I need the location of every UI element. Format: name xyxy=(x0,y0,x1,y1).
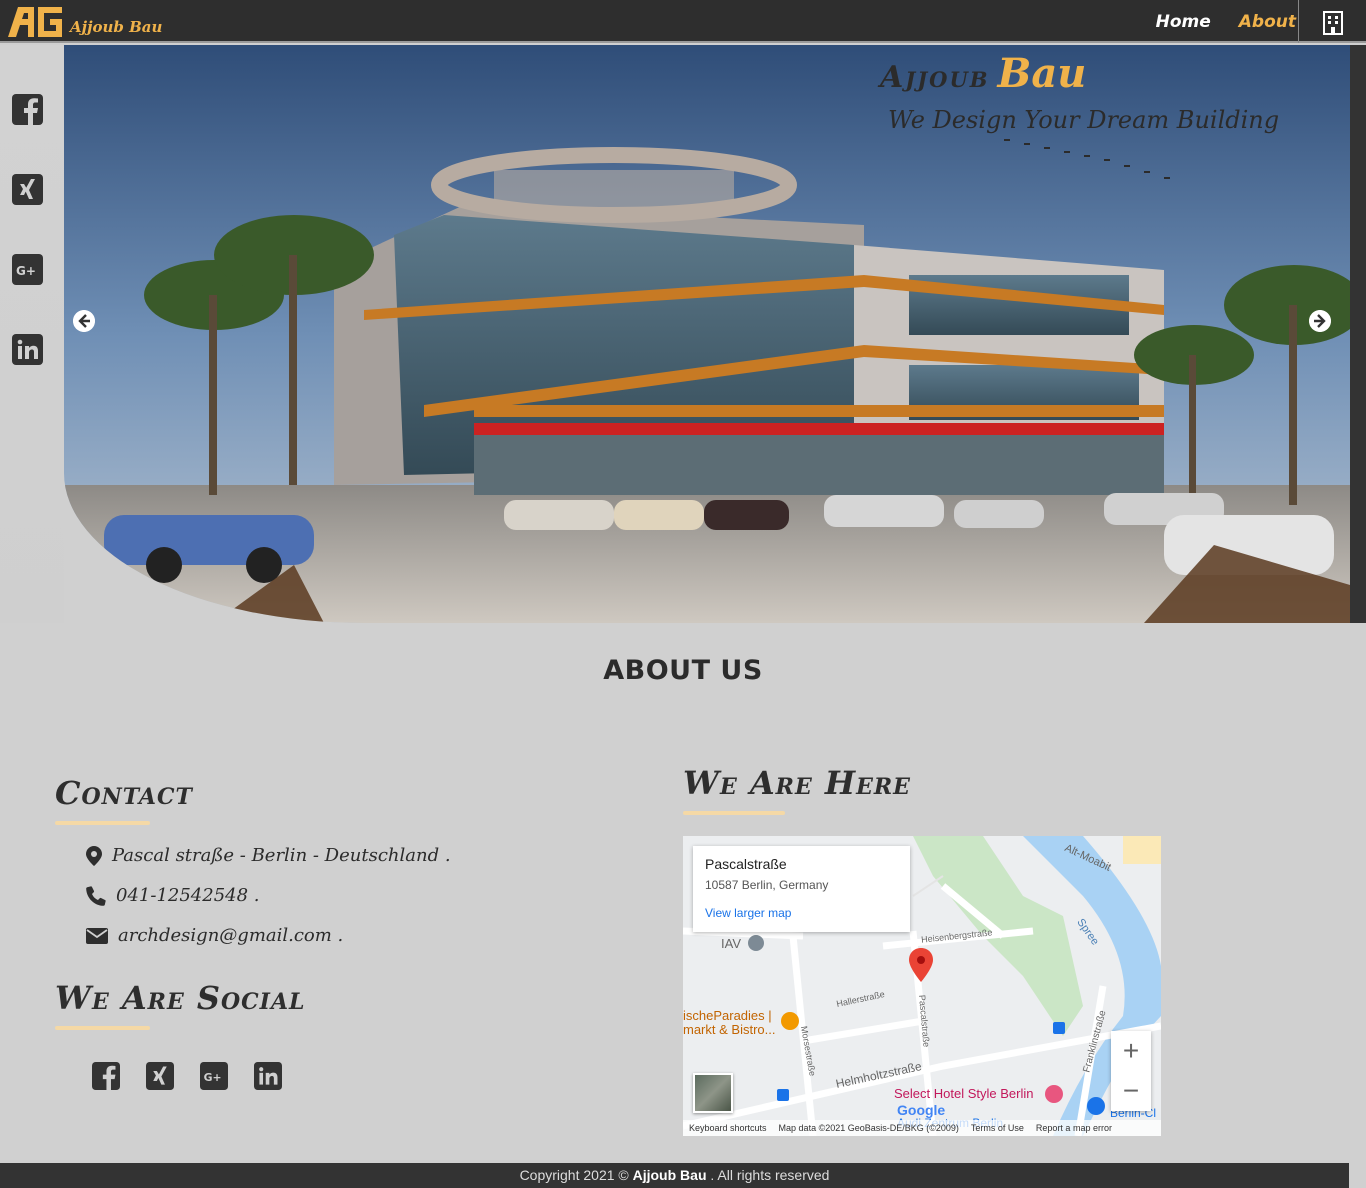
address-text: Pascal straße - Berlin - Deutschland . xyxy=(112,845,451,866)
slider-prev-arrow-icon[interactable] xyxy=(73,310,95,332)
zoom-out-button[interactable]: − xyxy=(1111,1071,1151,1111)
zoom-in-button[interactable]: + xyxy=(1111,1031,1151,1071)
social-underline xyxy=(55,1026,150,1030)
google-plus-icon[interactable]: G+ xyxy=(200,1062,228,1090)
side-social-bar: G+ xyxy=(0,45,64,623)
map-data-text: Map data ©2021 GeoBasis-DE/BKG (©2009) xyxy=(778,1123,959,1133)
envelope-icon xyxy=(86,927,108,944)
birds-decoration xyxy=(1004,139,1170,179)
view-larger-map-link[interactable]: View larger map xyxy=(705,906,898,920)
main-nav: Home About xyxy=(1156,0,1296,43)
linkedin-icon[interactable] xyxy=(254,1062,282,1090)
hero-title-part2: Bau xyxy=(997,50,1087,97)
linkedin-icon[interactable] xyxy=(12,334,43,365)
social-heading: We Are Social xyxy=(55,979,306,1017)
xing-icon[interactable] xyxy=(146,1062,174,1090)
nav-home-link[interactable]: Home xyxy=(1156,12,1211,32)
map-zoom-controls: + − xyxy=(1111,1031,1151,1111)
slider-next-arrow-icon[interactable] xyxy=(1309,310,1331,332)
svg-text:G+: G+ xyxy=(204,1071,222,1084)
report-error-link[interactable]: Report a map error xyxy=(1036,1123,1112,1133)
here-underline xyxy=(683,811,785,815)
phone-text: 041-12542548 . xyxy=(116,885,260,906)
contact-email: archdesign@gmail.com . xyxy=(86,925,343,946)
footer-suffix: . All rights reserved xyxy=(706,1167,830,1183)
about-title: ABOUT US xyxy=(603,655,763,686)
facebook-icon[interactable] xyxy=(12,94,43,125)
map-info-card: Pascalstraße 10587 Berlin, Germany View … xyxy=(693,846,910,932)
building-icon[interactable] xyxy=(1322,11,1344,35)
social-links: G+ xyxy=(92,1062,282,1090)
hero-subtitle: We Design Your Dream Building xyxy=(888,106,1280,134)
page-footer: Copyright 2021 © Ajjoub Bau . All rights… xyxy=(0,1163,1349,1188)
svg-text:G+: G+ xyxy=(16,264,36,278)
google-plus-icon[interactable]: G+ xyxy=(12,254,43,285)
terms-link[interactable]: Terms of Use xyxy=(971,1123,1024,1133)
map-place-name: Pascalstraße xyxy=(705,856,787,872)
brand-name: Ajjoub Bau xyxy=(70,18,163,36)
map-label-iav: IAV xyxy=(721,936,741,951)
phone-icon xyxy=(86,885,106,906)
map-label-paradies: ischeParadies | xyxy=(683,1008,772,1023)
xing-icon[interactable] xyxy=(12,174,43,205)
map-marker-icon xyxy=(86,845,102,866)
hero-title: Ajjoub Bau xyxy=(880,50,1086,97)
keyboard-shortcuts-link[interactable]: Keyboard shortcuts xyxy=(689,1123,767,1133)
satellite-toggle-button[interactable] xyxy=(693,1073,733,1113)
contact-address: Pascal straße - Berlin - Deutschland . xyxy=(86,845,451,866)
contact-heading: Contact xyxy=(55,774,193,812)
map-place-address: 10587 Berlin, Germany xyxy=(705,878,829,892)
facebook-icon[interactable] xyxy=(92,1062,120,1090)
google-map[interactable]: IAV Alt-Moabit Spree Heisenbergstraße Ha… xyxy=(683,836,1161,1136)
nav-about-link[interactable]: About xyxy=(1239,12,1296,32)
top-navbar: Ajjoub Bau Home About xyxy=(0,0,1366,43)
hero-right-edge xyxy=(1350,45,1366,623)
map-label-bistro: markt & Bistro... xyxy=(683,1022,776,1037)
logo-icon xyxy=(8,7,62,37)
contact-phone: 041-12542548 . xyxy=(86,885,260,906)
here-heading: We Are Here xyxy=(683,764,911,802)
map-label-hotel: Select Hotel Style Berlin xyxy=(894,1086,1034,1101)
footer-prefix: Copyright 2021 © xyxy=(519,1167,633,1183)
map-footer: Keyboard shortcuts Map data ©2021 GeoBas… xyxy=(683,1120,1161,1136)
google-logo: Google xyxy=(897,1102,946,1118)
brand-logo[interactable]: Ajjoub Bau xyxy=(6,3,162,39)
email-text: archdesign@gmail.com . xyxy=(118,925,344,946)
nav-divider xyxy=(1298,0,1299,43)
contact-underline xyxy=(55,821,150,825)
footer-brand: Ajjoub Bau xyxy=(632,1167,707,1183)
hero-title-part1: Ajjoub xyxy=(880,60,990,95)
